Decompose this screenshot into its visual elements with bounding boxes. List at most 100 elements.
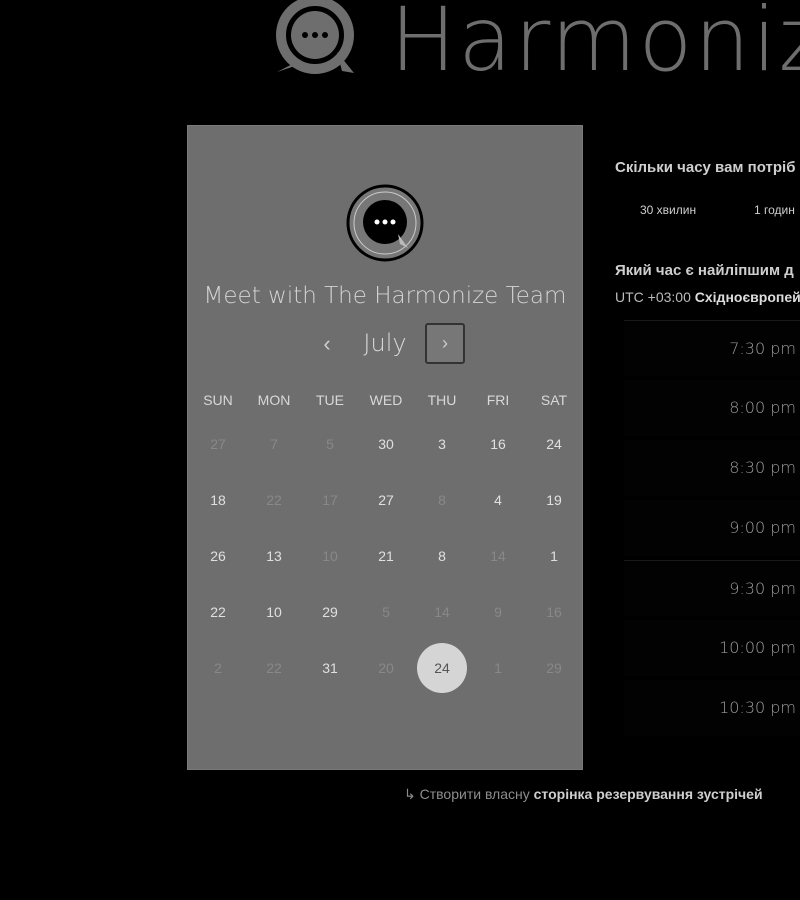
calendar-day-number: 3	[438, 436, 446, 452]
calendar-day[interactable]: 24	[526, 416, 582, 472]
calendar-day: 20	[358, 640, 414, 696]
calendar-day-number: 22	[266, 492, 282, 508]
time-slot[interactable]: 8:00 pm	[624, 380, 800, 436]
calendar-week: 18 22 17 27 8 4 19	[190, 472, 582, 528]
time-slot[interactable]: 9:30 pm	[624, 560, 800, 616]
weekday-mon: MON	[257, 392, 291, 408]
brand-logo	[272, 0, 358, 82]
calendar-day-number: 2	[214, 660, 222, 676]
calendar-day-number: 29	[322, 604, 338, 620]
calendar-day-number: 4	[494, 492, 502, 508]
calendar-day-number: 16	[490, 436, 506, 452]
chat-bubble-avatar-icon	[346, 184, 424, 262]
calendar-day-number: 5	[382, 604, 390, 620]
weekday-thu: THU	[427, 392, 457, 408]
duration-option-1hour[interactable]: 1 годин	[754, 203, 795, 217]
calendar-day-number: 10	[266, 604, 282, 620]
calendar-day-number: 20	[378, 660, 394, 676]
calendar-day-number: 14	[490, 548, 506, 564]
calendar-day: 27	[190, 416, 246, 472]
calendar-day[interactable]: 21	[358, 528, 414, 584]
weekday-wed: WED	[369, 392, 403, 408]
next-month-button[interactable]: ›	[425, 323, 465, 364]
calendar-day[interactable]: 30	[358, 416, 414, 472]
calendar-day-number: 16	[546, 604, 562, 620]
calendar-day[interactable]: 8	[414, 528, 470, 584]
calendar-day-number: 30	[378, 436, 394, 452]
calendar-day-number: 10	[322, 548, 338, 564]
brand-name: Harmoniz	[390, 0, 800, 91]
calendar-day-number: 31	[322, 660, 338, 676]
calendar-day: 29	[526, 640, 582, 696]
powered-bold: сторінка резервування зустрічей	[533, 786, 763, 802]
calendar-day[interactable]: 18	[190, 472, 246, 528]
calendar-day-number: 5	[326, 436, 334, 452]
time-slot[interactable]: 9:00 pm	[624, 500, 800, 556]
time-slot[interactable]: 10:30 pm	[624, 680, 800, 736]
calendar-day: 7	[246, 416, 302, 472]
timezone-selector[interactable]: UTC +03:00 Східноєвропей	[615, 289, 800, 305]
calendar-card: Meet with The Harmonize Team ‹ July › SU…	[187, 125, 583, 770]
calendar-day: 1	[470, 640, 526, 696]
calendar-day: 22	[246, 472, 302, 528]
calendar-day: 5	[358, 584, 414, 640]
calendar-day-number: 8	[438, 548, 446, 564]
calendar-day[interactable]: 26	[190, 528, 246, 584]
calendar-day-number: 27	[210, 436, 226, 452]
calendar-day: 14	[414, 584, 470, 640]
calendar-day[interactable]: 4	[470, 472, 526, 528]
calendar-day-selected[interactable]: 24	[414, 640, 470, 696]
chat-bubble-logo-icon	[272, 0, 358, 77]
calendar-day[interactable]: 22	[190, 584, 246, 640]
calendar-day-number: 13	[266, 548, 282, 564]
calendar-day[interactable]: 27	[358, 472, 414, 528]
calendar-day-number: 8	[438, 492, 446, 508]
calendar-day[interactable]: 19	[526, 472, 582, 528]
hubspot-sprocket-icon: ↳	[404, 786, 416, 802]
calendar-day: 5	[302, 416, 358, 472]
calendar-day[interactable]: 31	[302, 640, 358, 696]
calendar-day: 16	[526, 584, 582, 640]
weekday-sun: SUN	[203, 392, 233, 408]
calendar-day[interactable]: 16	[470, 416, 526, 472]
duration-option-30min[interactable]: 30 хвилин	[640, 203, 696, 217]
timezone-name: Східноєвропей	[694, 289, 800, 305]
calendar-day-number: 29	[546, 660, 562, 676]
calendar-day: 2	[190, 640, 246, 696]
calendar-day-number: 1	[494, 660, 502, 676]
time-question: Який час є найліпшим д	[615, 262, 794, 279]
weekday-tue: TUE	[316, 392, 344, 408]
calendar-day[interactable]: 3	[414, 416, 470, 472]
powered-prefix: Створити власну	[419, 786, 534, 802]
calendar-day: 22	[246, 640, 302, 696]
prev-month-button[interactable]: ‹	[312, 330, 342, 360]
meeting-title: Meet with The Harmonize Team	[203, 283, 567, 309]
calendar-week: 26 13 10 21 8 14 1	[190, 528, 582, 584]
calendar-day: 8	[414, 472, 470, 528]
calendar-week: 22 10 29 5 14 9 16	[190, 584, 582, 640]
calendar-grid: 27 7 5 30 3 16 24 18 22 17 27 8 4 19 26 13 10 21 8 14 1 22 10 2…	[190, 416, 582, 696]
calendar-day[interactable]: 13	[246, 528, 302, 584]
calendar-day-number: 19	[546, 492, 562, 508]
calendar-day-number: 27	[378, 492, 394, 508]
calendar-day-number: 22	[210, 604, 226, 620]
calendar-day[interactable]: 29	[302, 584, 358, 640]
time-slot[interactable]: 7:30 pm	[624, 320, 800, 376]
timezone-offset: UTC +03:00	[615, 289, 695, 305]
create-booking-page-link[interactable]: ↳ Створити власну сторінка резервування …	[404, 786, 763, 803]
time-slot[interactable]: 8:30 pm	[624, 440, 800, 496]
calendar-week: 2 22 31 20 24 1 29	[190, 640, 582, 696]
calendar-week: 27 7 5 30 3 16 24	[190, 416, 582, 472]
calendar-day-number: 26	[210, 548, 226, 564]
calendar-day-number: 22	[266, 660, 282, 676]
duration-question: Скільки часу вам потріб	[615, 159, 796, 176]
time-slot[interactable]: 10:00 pm	[624, 620, 800, 676]
calendar-day-number: 21	[378, 548, 394, 564]
weekday-sat: SAT	[540, 392, 568, 408]
weekday-fri: FRI	[486, 392, 510, 408]
calendar-day: 9	[470, 584, 526, 640]
calendar-day[interactable]: 1	[526, 528, 582, 584]
month-label: July	[363, 329, 407, 357]
calendar-day[interactable]: 10	[246, 584, 302, 640]
calendar-day-number: 17	[322, 492, 338, 508]
